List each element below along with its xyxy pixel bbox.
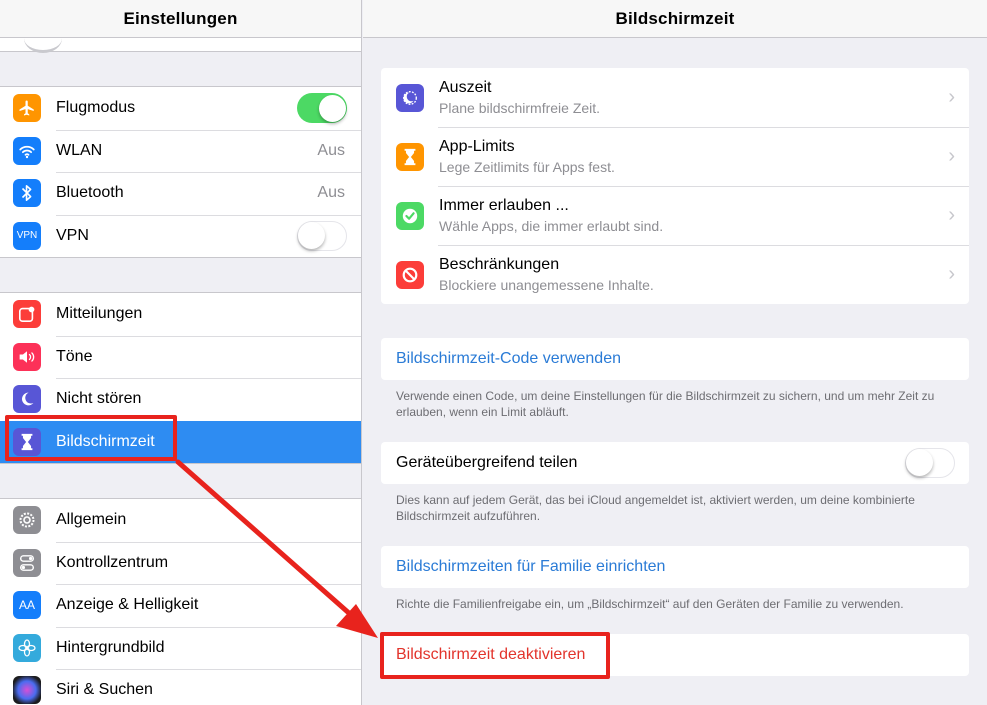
annotation-arrow xyxy=(175,459,378,638)
